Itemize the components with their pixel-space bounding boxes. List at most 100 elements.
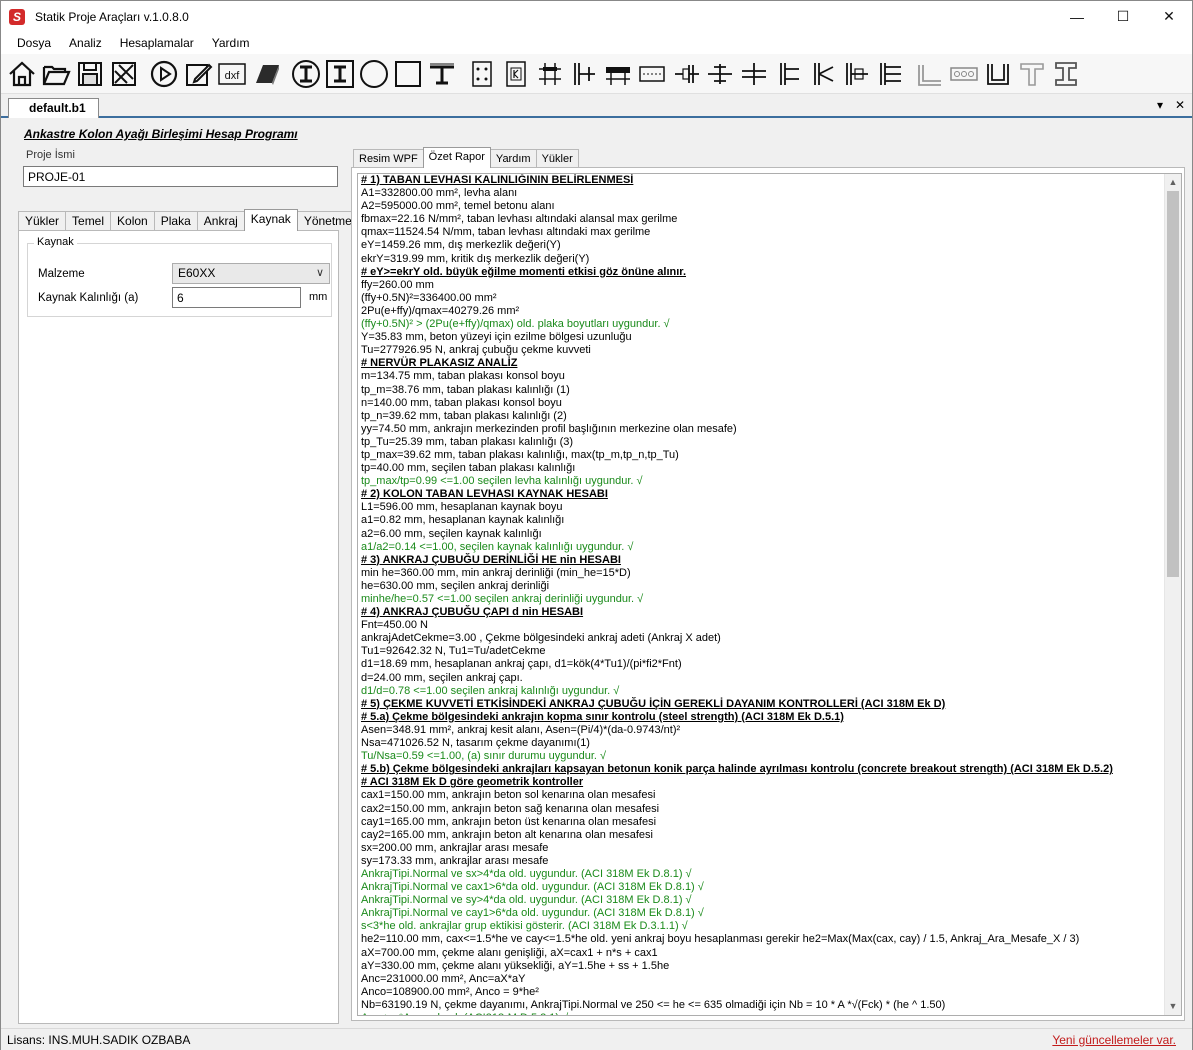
tab-ankraj[interactable]: Ankraj bbox=[196, 211, 245, 231]
report-line: tp_Tu=25.39 mm, taban plakası kalınlığı … bbox=[361, 435, 574, 448]
scroll-thumb[interactable] bbox=[1167, 191, 1179, 577]
k-plate-icon[interactable] bbox=[499, 56, 533, 92]
kaynak-thickness-input[interactable]: 6 bbox=[172, 287, 301, 308]
app-window: S Statik Proje Araçları v.1.0.8.0 — ☐ ✕ … bbox=[0, 0, 1193, 1050]
connection-10-icon[interactable] bbox=[839, 56, 873, 92]
square-icon[interactable] bbox=[391, 56, 425, 92]
connection-2-icon[interactable] bbox=[567, 56, 601, 92]
menu-hesaplamalar[interactable]: Hesaplamalar bbox=[111, 36, 203, 50]
report-textbox[interactable]: # 1) TABAN LEVHASI KALINLIĞININ BELİRLEN… bbox=[357, 173, 1182, 1016]
tab-kaynak[interactable]: Kaynak bbox=[243, 209, 298, 231]
kaynak-thickness-label: Kaynak Kalınlığı (a) bbox=[38, 292, 139, 304]
report-line: he=630.00 mm, seçilen ankraj derinliği bbox=[361, 579, 550, 592]
report-scrollbar[interactable]: ▲ ▼ bbox=[1164, 174, 1181, 1015]
connection-11-icon[interactable] bbox=[873, 56, 907, 92]
column-plate-icon[interactable] bbox=[465, 56, 499, 92]
tools-icon[interactable] bbox=[107, 56, 141, 92]
home-icon[interactable] bbox=[5, 56, 39, 92]
tab-dropdown-icon[interactable]: ▾ bbox=[1157, 98, 1163, 112]
report-line: AnkrajTipi.Normal ve sx>4*da old. uygund… bbox=[361, 867, 692, 880]
report-line: cay1=165.00 mm, ankrajın beton üst kenar… bbox=[361, 815, 657, 828]
connection-7-icon[interactable] bbox=[737, 56, 771, 92]
i-beam-icon[interactable] bbox=[1049, 56, 1083, 92]
play-icon[interactable] bbox=[147, 56, 181, 92]
report-lines: # 1) TABAN LEVHASI KALINLIĞININ BELİRLEN… bbox=[361, 174, 1161, 1015]
tab-yukler[interactable]: Yükler bbox=[18, 211, 67, 231]
menu-dosya[interactable]: Dosya bbox=[1, 36, 60, 50]
tab-yardim[interactable]: Yardım bbox=[489, 149, 537, 168]
connection-5-icon[interactable] bbox=[669, 56, 703, 92]
tab-resim-wpf[interactable]: Resim WPF bbox=[353, 149, 424, 168]
report-line: s<3*he old. ankrajlar grup ektikisi göst… bbox=[361, 920, 688, 933]
report-line: (ffy+0.5N)²=336400.00 mm² bbox=[361, 291, 497, 304]
malzeme-label: Malzeme bbox=[38, 268, 85, 280]
save-icon[interactable] bbox=[73, 56, 107, 92]
bolt-row-icon[interactable] bbox=[947, 56, 981, 92]
tab-temel[interactable]: Temel bbox=[65, 211, 112, 231]
connection-6-icon[interactable] bbox=[703, 56, 737, 92]
report-heading: # 5) ÇEKME KUVVETİ ETKİSİNDEKİ ANKRAJ ÇU… bbox=[361, 697, 946, 710]
report-line: AnkrajTipi.Normal ve sy>4*da old. uygund… bbox=[361, 894, 692, 907]
update-link[interactable]: Yeni güncellemeler var. bbox=[1052, 1033, 1176, 1047]
tab-yukler-right[interactable]: Yükler bbox=[535, 149, 579, 168]
report-line: Anco=108900.00 mm², Anco = 9*he² bbox=[361, 985, 539, 998]
status-bar: Lisans: INS.MUH.SADIK OZBABA Yeni güncel… bbox=[1, 1028, 1192, 1050]
report-heading: # 5.a) Çekme bölgesindeki ankrajın kopma… bbox=[361, 710, 844, 723]
connection-9-icon[interactable] bbox=[805, 56, 839, 92]
report-heading: # 2) KOLON TABAN LEVHASI KAYNAK HESABI bbox=[361, 488, 608, 501]
minimize-button[interactable]: — bbox=[1054, 1, 1100, 32]
report-line: minhe/he=0.57 <=1.00 seçilen ankraj deri… bbox=[361, 593, 644, 605]
tab-kolon[interactable]: Kolon bbox=[110, 211, 155, 231]
close-button[interactable]: ✕ bbox=[1146, 1, 1192, 32]
report-line: ekrY=319.99 mm, kritik dış merkezlik değ… bbox=[361, 252, 590, 265]
tab-ozet-rapor[interactable]: Özet Rapor bbox=[422, 147, 491, 168]
tab-close-icon[interactable]: ✕ bbox=[1175, 98, 1185, 112]
report-heading: # ACI 318M Ek D göre geometrik kontrolle… bbox=[361, 776, 584, 789]
kaynak-thickness-unit: mm bbox=[309, 291, 328, 303]
report-panel: # 1) TABAN LEVHASI KALINLIĞININ BELİRLEN… bbox=[351, 167, 1185, 1021]
t-beam-icon[interactable] bbox=[425, 56, 459, 92]
malzeme-select[interactable]: E60XX ∨ bbox=[172, 263, 330, 284]
scroll-down-icon[interactable]: ▼ bbox=[1165, 998, 1181, 1015]
menu-analiz[interactable]: Analiz bbox=[60, 36, 111, 50]
edit-icon[interactable] bbox=[181, 56, 215, 92]
connection-3-icon[interactable] bbox=[601, 56, 635, 92]
plate-icon[interactable] bbox=[249, 56, 283, 92]
document-tab-default[interactable]: default.b1 bbox=[8, 98, 99, 118]
connection-1-icon[interactable] bbox=[533, 56, 567, 92]
report-line: Tu=277926.95 N, ankraj çubuğu çekme kuvv… bbox=[361, 344, 591, 357]
menu-yardim[interactable]: Yardım bbox=[203, 36, 259, 50]
maximize-button[interactable]: ☐ bbox=[1100, 1, 1146, 32]
report-line: cax2=150.00 mm, ankrajın beton sağ kenar… bbox=[361, 802, 660, 815]
connection-4-icon[interactable] bbox=[635, 56, 669, 92]
left-tab-strip: Yükler Temel Kolon Plaka Ankraj Kaynak Y… bbox=[18, 209, 371, 231]
title-bar: S Statik Proje Araçları v.1.0.8.0 — ☐ ✕ bbox=[1, 1, 1192, 32]
channel-icon[interactable] bbox=[913, 56, 947, 92]
tab-plaka[interactable]: Plaka bbox=[153, 211, 198, 231]
license-text: Lisans: INS.MUH.SADIK OZBABA bbox=[7, 1032, 191, 1047]
dxf-icon[interactable]: dxf bbox=[215, 56, 249, 92]
report-heading: # 4) ANKRAJ ÇUBUĞU ÇAPI d nin HESABI bbox=[361, 606, 584, 619]
u-profile-icon[interactable] bbox=[981, 56, 1015, 92]
circle-icon[interactable] bbox=[357, 56, 391, 92]
report-heading: # eY>=ekrY old. büyük eğilme momenti etk… bbox=[361, 265, 687, 278]
report-line: ffy=260.00 mm bbox=[361, 278, 434, 291]
t-profile-icon[interactable] bbox=[1015, 56, 1049, 92]
main-content: Ankastre Kolon Ayağı Birleşimi Hesap Pro… bbox=[2, 119, 1192, 1027]
project-name-input[interactable]: PROJE-01 bbox=[23, 166, 338, 187]
report-line: Asen=348.91 mm², ankraj kesit alanı, Ase… bbox=[361, 723, 681, 736]
report-line: sx=200.00 mm, ankrajlar arası mesafe bbox=[361, 841, 549, 854]
report-line: Anc<=n*Anco olmalı (ACI318-M D.5.2.1) √ bbox=[361, 1012, 1161, 1015]
i-profile-outline-icon[interactable] bbox=[289, 56, 323, 92]
connection-8-icon[interactable] bbox=[771, 56, 805, 92]
report-line: tp_max=39.62 mm, taban plakası kalınlığı… bbox=[361, 448, 679, 461]
report-heading: # 1) TABAN LEVHASI KALINLIĞININ BELİRLEN… bbox=[361, 174, 634, 186]
i-profile-icon[interactable] bbox=[323, 56, 357, 92]
report-line: tp_n=39.62 mm, taban plakası kalınlığı (… bbox=[361, 409, 567, 422]
report-line: eY=1459.26 mm, dış merkezlik değeri(Y) bbox=[361, 239, 561, 252]
report-line: aY=330.00 mm, çekme alanı yüksekliği, aY… bbox=[361, 959, 670, 972]
scroll-up-icon[interactable]: ▲ bbox=[1165, 174, 1181, 191]
open-folder-icon[interactable] bbox=[39, 56, 73, 92]
report-line: Tu/Nsa=0.59 <=1.00, (a) sınır durumu uyg… bbox=[361, 750, 607, 763]
report-line: d1/d=0.78 <=1.00 seçilen ankraj kalınlığ… bbox=[361, 684, 620, 697]
